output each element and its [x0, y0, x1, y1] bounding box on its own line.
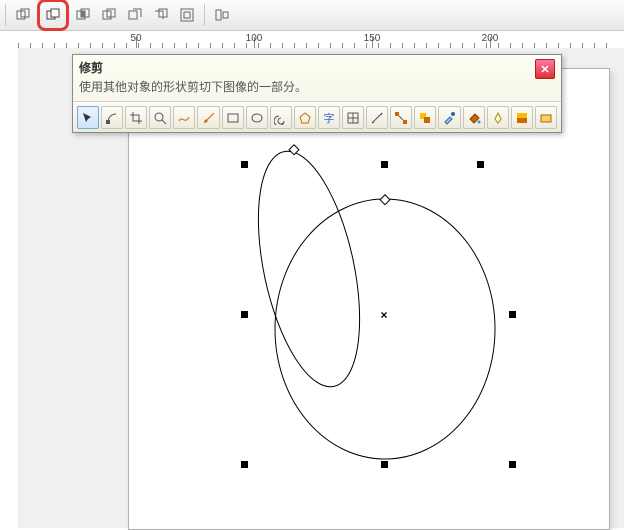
smart-draw-button[interactable]	[197, 106, 219, 129]
node-icon	[105, 111, 119, 125]
tooltip-header: 修剪 使用其他对象的形状剪切下图像的一部分。 ✕	[73, 55, 561, 102]
simplify-button[interactable]	[97, 3, 121, 27]
pick-tool-button[interactable]	[77, 106, 99, 129]
node-handle[interactable]	[289, 145, 299, 155]
mesh-fill-button[interactable]	[535, 106, 557, 129]
front-minus-back-button[interactable]	[123, 3, 147, 27]
trim-icon	[45, 7, 61, 23]
front-minus-back-icon	[127, 7, 143, 23]
connector-tool-button[interactable]	[390, 106, 412, 129]
selection-handle[interactable]	[241, 311, 248, 318]
selection-handle[interactable]	[381, 461, 388, 468]
table-tool-button[interactable]	[342, 106, 364, 129]
mesh-icon	[539, 111, 553, 125]
dimension-icon	[370, 111, 384, 125]
connector-icon	[394, 111, 408, 125]
rectangle-icon	[226, 111, 240, 125]
tooltip-panel: 修剪 使用其他对象的形状剪切下图像的一部分。 ✕ 字	[72, 54, 562, 133]
ruler-vertical	[0, 48, 19, 528]
property-toolbar: 字	[73, 102, 561, 132]
spiral-icon	[274, 111, 288, 125]
weld-button[interactable]	[11, 3, 35, 27]
ruler-label: 50	[130, 33, 141, 44]
selection-handle[interactable]	[381, 161, 388, 168]
shape-tool-button[interactable]	[101, 106, 123, 129]
effects-icon	[418, 111, 432, 125]
fill-tool-button[interactable]	[463, 106, 485, 129]
ruler-label: 100	[246, 33, 263, 44]
highlighted-trim-button	[37, 0, 69, 31]
cursor-icon	[81, 111, 95, 125]
tooltip-description: 使用其他对象的形状剪切下图像的一部分。	[79, 78, 529, 95]
eyedropper-tool-button[interactable]	[438, 106, 460, 129]
toolbar-separator	[204, 4, 205, 26]
crop-tool-button[interactable]	[125, 106, 147, 129]
boundary-icon	[179, 7, 195, 23]
close-button[interactable]: ✕	[535, 59, 555, 79]
node-handle[interactable]	[380, 195, 390, 205]
selection-center-icon: ×	[380, 308, 387, 322]
pen-icon	[491, 111, 505, 125]
ellipse-small[interactable]	[240, 142, 378, 395]
zoom-icon	[153, 111, 167, 125]
spiral-tool-button[interactable]	[270, 106, 292, 129]
simplify-icon	[101, 7, 117, 23]
close-icon: ✕	[540, 63, 549, 76]
polygon-tool-button[interactable]	[294, 106, 316, 129]
selection-handle[interactable]	[477, 161, 484, 168]
effects-tool-button[interactable]	[414, 106, 436, 129]
ellipse-tool-button[interactable]	[246, 106, 268, 129]
intersect-icon	[75, 7, 91, 23]
text-icon: 字	[323, 110, 334, 126]
selection-handle[interactable]	[509, 311, 516, 318]
rectangle-tool-button[interactable]	[222, 106, 244, 129]
page[interactable]: ×	[128, 68, 610, 530]
ellipse-icon	[250, 111, 264, 125]
selection-handle[interactable]	[509, 461, 516, 468]
bucket-icon	[467, 111, 481, 125]
selection-handle[interactable]	[241, 461, 248, 468]
canvas[interactable]: ×	[129, 69, 609, 529]
freehand-icon	[177, 111, 191, 125]
back-minus-front-button[interactable]	[149, 3, 173, 27]
eyedropper-icon	[442, 111, 456, 125]
selection-handle[interactable]	[241, 161, 248, 168]
tooltip-title: 修剪	[79, 59, 529, 76]
weld-icon	[15, 7, 31, 23]
gradient-icon	[515, 111, 529, 125]
interactive-fill-button[interactable]	[511, 106, 533, 129]
polygon-icon	[298, 111, 312, 125]
smartdraw-icon	[202, 111, 216, 125]
table-icon	[346, 111, 360, 125]
zoom-tool-button[interactable]	[149, 106, 171, 129]
toolbar-separator	[5, 4, 6, 26]
intersect-button[interactable]	[71, 3, 95, 27]
text-tool-button[interactable]: 字	[318, 106, 340, 129]
ruler-label: 200	[482, 33, 499, 44]
align-button[interactable]	[210, 3, 234, 27]
trim-button[interactable]	[41, 3, 65, 27]
back-minus-front-icon	[153, 7, 169, 23]
crop-icon	[129, 111, 143, 125]
dimension-tool-button[interactable]	[366, 106, 388, 129]
boundary-button[interactable]	[175, 3, 199, 27]
align-icon	[214, 7, 230, 23]
freehand-tool-button[interactable]	[173, 106, 195, 129]
shaping-toolbar	[0, 0, 624, 31]
ellipse-large[interactable]	[275, 199, 495, 459]
outline-tool-button[interactable]	[487, 106, 509, 129]
